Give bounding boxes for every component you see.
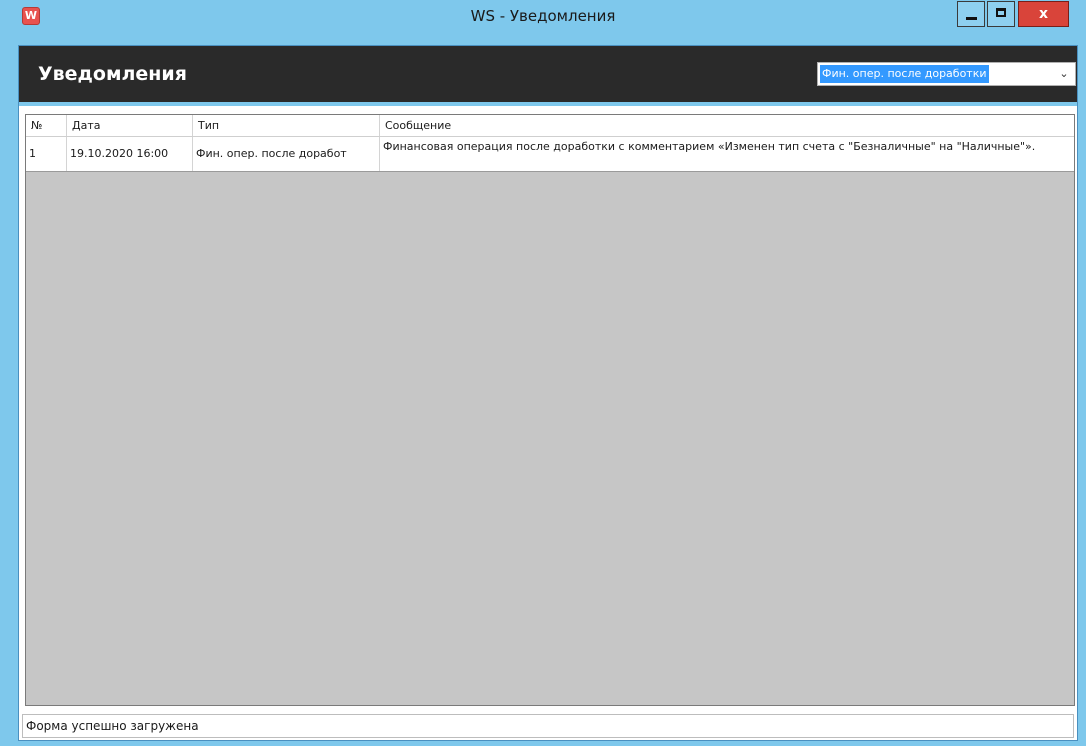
column-header-type[interactable]: Тип — [193, 115, 380, 136]
column-header-number[interactable]: № — [26, 115, 67, 136]
status-text: Форма успешно загружена — [26, 719, 199, 733]
filter-selected-value: Фин. опер. после доработки — [820, 65, 989, 83]
table-row[interactable]: 1 19.10.2020 16:00 Фин. опер. после дора… — [26, 137, 1074, 172]
status-bar: Форма успешно загружена — [22, 714, 1074, 738]
page-header: Уведомления Фин. опер. после доработки ⌄ — [19, 46, 1077, 102]
column-header-message[interactable]: Сообщение — [380, 115, 1074, 136]
close-icon: x — [1038, 6, 1049, 22]
page-title: Уведомления — [38, 63, 187, 85]
header-accent-strip — [19, 102, 1077, 106]
notifications-table[interactable]: № Дата Тип Сообщение 1 19.10.2020 16:00 … — [25, 114, 1075, 706]
maximize-icon — [996, 8, 1006, 17]
window-title: WS - Уведомления — [470, 7, 616, 25]
close-button[interactable]: x — [1018, 1, 1069, 27]
notification-type-filter[interactable]: Фин. опер. после доработки ⌄ — [817, 62, 1076, 86]
table-header: № Дата Тип Сообщение — [26, 115, 1074, 137]
cell-number: 1 — [26, 137, 67, 171]
cell-type: Фин. опер. после доработ — [193, 137, 380, 171]
minimize-button[interactable] — [957, 1, 985, 27]
client-area: Уведомления Фин. опер. после доработки ⌄… — [18, 45, 1078, 741]
column-header-date[interactable]: Дата — [67, 115, 193, 136]
chevron-down-icon[interactable]: ⌄ — [1057, 65, 1071, 83]
minimize-icon — [966, 17, 977, 20]
title-bar[interactable]: W WS - Уведомления x — [0, 0, 1086, 33]
cell-message: Финансовая операция после доработки с ко… — [383, 140, 1036, 153]
maximize-button[interactable] — [987, 1, 1015, 27]
cell-date: 19.10.2020 16:00 — [67, 137, 193, 171]
app-window: W WS - Уведомления x Уведомления Фин. оп… — [0, 0, 1086, 746]
